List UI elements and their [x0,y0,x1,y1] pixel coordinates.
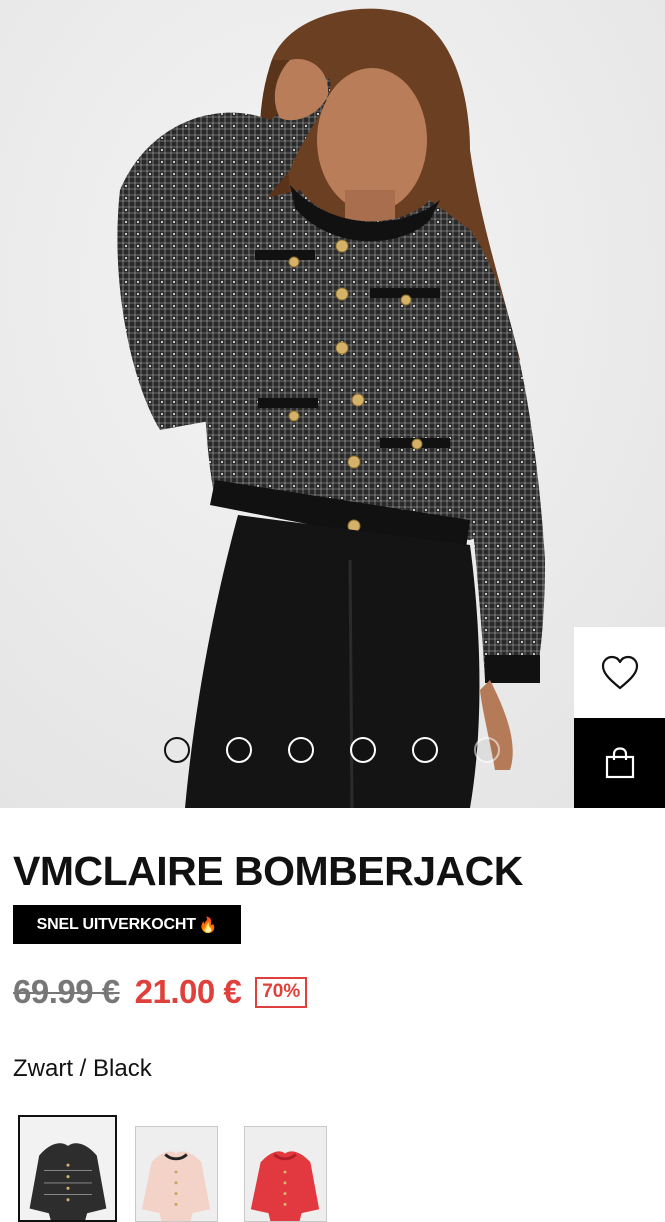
price-block: 69.99 € 21.00 € 70% [13,971,308,1013]
jacket-thumbnail [20,1117,115,1220]
selected-color-label: Zwart / Black [13,1055,152,1082]
sell-fast-badge: SNEL UITVERKOCHT 🔥 [13,905,241,944]
slide-dot-1[interactable] [164,737,190,763]
swatch-red[interactable] [244,1126,327,1222]
slide-dot-2[interactable] [226,737,252,763]
sale-price: 21.00 € [134,973,242,1010]
product-title: VMCLAIRE BOMBERJACK [13,848,523,894]
badge-label: SNEL UITVERKOCHT [36,915,196,933]
jacket-thumbnail [136,1127,217,1221]
product-photo [0,0,665,808]
slide-dot-4[interactable] [350,737,376,763]
slide-dot-3[interactable] [288,737,314,763]
heart-icon [601,655,638,689]
swatch-pink[interactable] [135,1126,218,1222]
gallery-pagination [164,737,500,763]
wishlist-button[interactable] [574,627,665,718]
discount-badge: 70% [255,976,308,1008]
slide-dot-6[interactable] [474,737,500,763]
add-to-bag-button[interactable] [574,718,665,808]
slide-dot-5[interactable] [412,737,438,763]
fire-icon: 🔥 [198,916,218,934]
original-price: 69.99 € [13,973,120,1010]
shopping-bag-icon [605,747,634,779]
product-gallery[interactable] [0,0,665,808]
jacket-thumbnail [245,1127,326,1221]
swatch-black[interactable] [18,1115,117,1222]
